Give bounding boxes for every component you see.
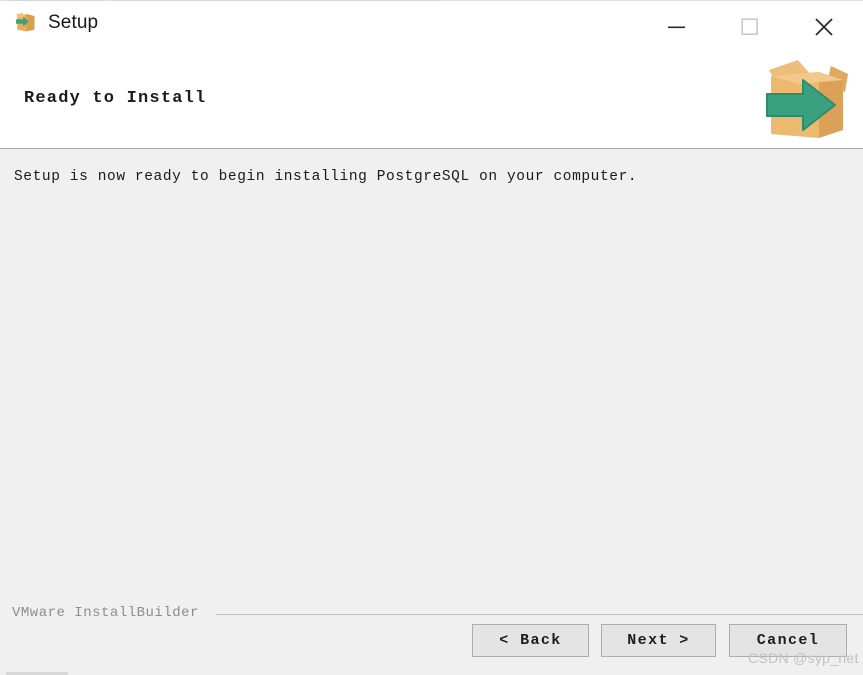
installer-brand-label: VMware InstallBuilder xyxy=(12,605,199,621)
title-bar-identity: Setup xyxy=(14,11,98,34)
title-bar: Setup xyxy=(0,1,863,53)
maximize-button[interactable] xyxy=(718,2,782,52)
install-box-arrow-icon xyxy=(14,11,37,34)
back-button[interactable]: < Back xyxy=(472,624,589,657)
setup-window: Setup Ready to Install Setup is now read… xyxy=(0,0,863,675)
minimize-button[interactable] xyxy=(645,2,709,52)
dialog-button-bar: < Back Next > Cancel xyxy=(472,624,852,657)
install-ready-message: Setup is now ready to begin installing P… xyxy=(14,169,638,185)
cancel-button[interactable]: Cancel xyxy=(729,624,847,657)
window-title: Setup xyxy=(48,12,99,33)
page-header: Ready to Install xyxy=(0,53,863,149)
close-button[interactable] xyxy=(792,2,856,52)
open-box-green-arrow-icon xyxy=(753,50,857,154)
page-title: Ready to Install xyxy=(24,89,207,108)
footer-divider xyxy=(216,614,863,615)
next-button[interactable]: Next > xyxy=(601,624,716,657)
page-body: Setup is now ready to begin installing P… xyxy=(0,150,863,675)
